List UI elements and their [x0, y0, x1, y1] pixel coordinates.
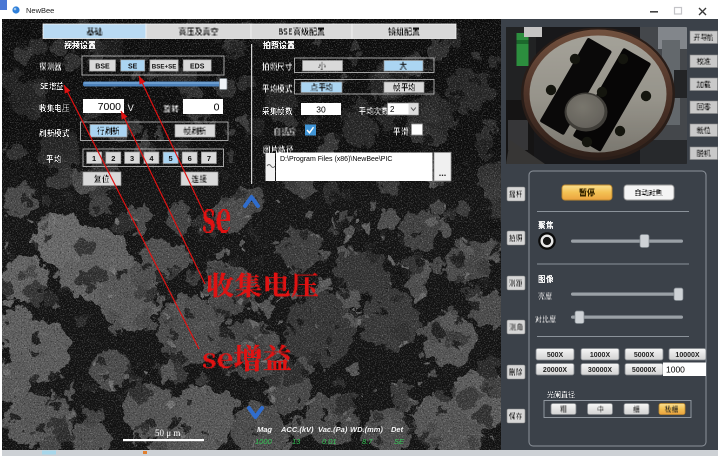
- svg-text:...: ...: [439, 168, 447, 178]
- svg-text:13: 13: [292, 437, 301, 446]
- svg-text:5000X: 5000X: [634, 352, 655, 359]
- svg-text:V: V: [128, 103, 135, 114]
- svg-text:2: 2: [390, 105, 395, 114]
- svg-text:20000X: 20000X: [543, 367, 567, 374]
- svg-text:Vac.(Pa): Vac.(Pa): [318, 425, 348, 434]
- svg-text:50000X: 50000X: [632, 367, 656, 374]
- svg-text:1: 1: [92, 154, 96, 163]
- svg-text:BSE+SE: BSE+SE: [152, 63, 177, 70]
- svg-text:8.7: 8.7: [362, 437, 373, 446]
- svg-text:10000X: 10000X: [675, 352, 699, 359]
- svg-text:5: 5: [169, 154, 173, 163]
- svg-text:BSE: BSE: [95, 63, 110, 70]
- svg-text:30000X: 30000X: [588, 367, 612, 374]
- svg-text:Mag: Mag: [257, 425, 272, 434]
- svg-text:1000: 1000: [666, 365, 685, 375]
- svg-text:SE: SE: [128, 63, 138, 70]
- svg-text:0.01: 0.01: [322, 437, 337, 446]
- svg-text:WD.(mm): WD.(mm): [350, 425, 383, 434]
- svg-text:1000: 1000: [255, 437, 273, 446]
- svg-text:6: 6: [188, 154, 192, 163]
- svg-text:ACC.(kV): ACC.(kV): [280, 425, 314, 434]
- svg-text:7000: 7000: [98, 101, 122, 113]
- svg-text:500X: 500X: [547, 352, 564, 359]
- svg-text:2: 2: [111, 154, 115, 163]
- svg-text:NewBee: NewBee: [26, 6, 54, 15]
- svg-text:Det: Det: [391, 425, 404, 434]
- svg-text:D:\Program Files (x86)\NewBee\: D:\Program Files (x86)\NewBee\PIC: [280, 156, 392, 163]
- svg-text:3: 3: [130, 154, 134, 163]
- svg-text:EDS: EDS: [190, 63, 205, 70]
- svg-text:7: 7: [207, 154, 211, 163]
- svg-text:50 μ m: 50 μ m: [155, 428, 180, 438]
- svg-text:30: 30: [316, 105, 326, 115]
- svg-text:0: 0: [214, 102, 220, 114]
- svg-text:SE: SE: [394, 437, 405, 446]
- svg-text:1000X: 1000X: [590, 352, 611, 359]
